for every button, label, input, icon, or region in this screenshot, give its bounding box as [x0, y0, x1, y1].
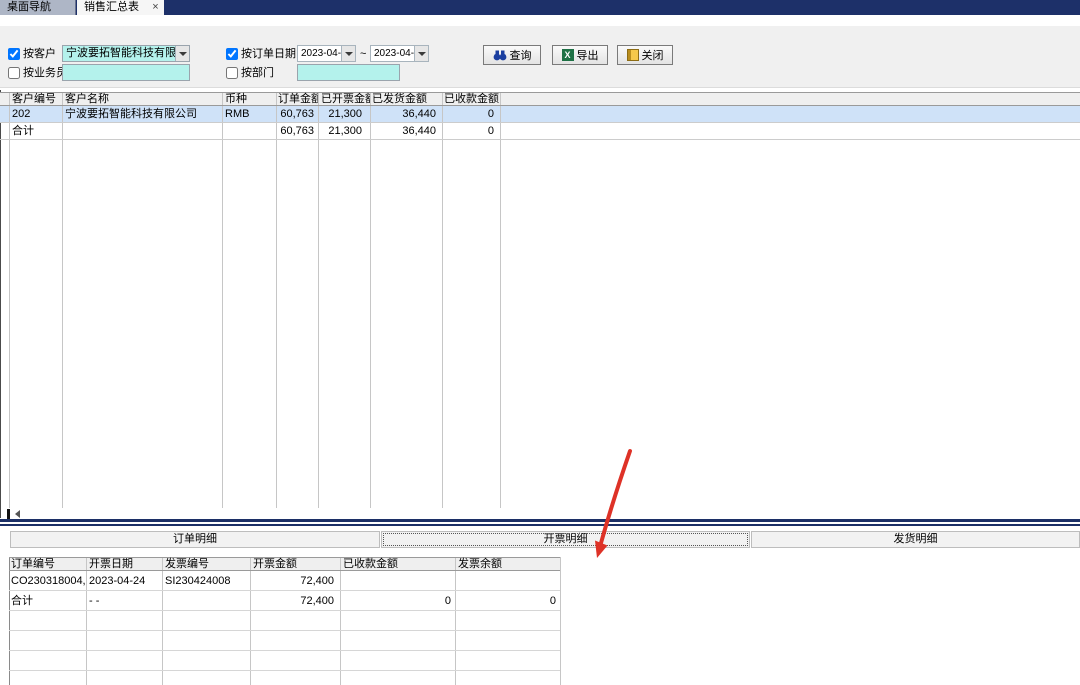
splitter-bar[interactable] — [0, 519, 1080, 522]
by-order-date-checkbox[interactable] — [226, 48, 238, 60]
hscroll-thumb[interactable] — [7, 509, 10, 519]
invoice-cell[interactable]: SI230424008 — [165, 571, 248, 591]
tab-sales-summary[interactable]: 销售汇总表 — [77, 0, 147, 15]
close-button-label: 关闭 — [642, 47, 664, 63]
summary-col-customer-name[interactable]: 客户名称 — [65, 92, 215, 106]
summary-cell[interactable]: 202 — [12, 106, 60, 123]
invoice-cell[interactable]: CO230318004,C( — [11, 571, 85, 591]
summary-cell[interactable]: 0 — [442, 106, 494, 123]
summary-total-cell: 60,763 — [276, 123, 314, 140]
invoice-cell[interactable]: 72,400 — [250, 571, 334, 591]
department-input[interactable] — [297, 64, 400, 81]
window-tab-bar: 桌面导航 销售汇总表 × — [0, 0, 1080, 15]
summary-col-order-amount[interactable]: 订单金额 — [278, 92, 318, 106]
by-salesman-checkbox[interactable] — [8, 67, 20, 79]
invoice-total-cell: 0 — [455, 591, 556, 611]
by-order-date-label: 按订单日期 — [241, 46, 296, 62]
customer-combobox-value: 宁波要拓智能科技有限公司 — [63, 46, 175, 61]
invoice-col-order-no[interactable]: 订单编号 — [11, 557, 83, 571]
chevron-down-icon[interactable] — [414, 46, 428, 61]
invoice-cell[interactable]: 2023-04-24 — [89, 571, 161, 591]
summary-col-received-amount[interactable]: 已收款金额 — [444, 92, 500, 106]
by-customer-label: 按客户 — [23, 46, 56, 62]
date-to-combobox[interactable]: 2023-04-29 — [370, 45, 429, 62]
exit-door-icon — [627, 49, 639, 61]
query-button-label: 查询 — [510, 47, 532, 63]
binoculars-icon — [493, 49, 507, 61]
date-to-value: 2023-04-29 — [371, 46, 414, 61]
invoice-total-cell: - - — [89, 591, 161, 611]
date-range-separator: ~ — [360, 46, 366, 62]
summary-col-currency[interactable]: 币种 — [225, 92, 270, 106]
tab-invoice-details[interactable]: 开票明细 — [381, 531, 750, 548]
summary-col-invoiced-amount[interactable]: 已开票金额 — [321, 92, 370, 106]
by-department-checkbox[interactable] — [226, 67, 238, 79]
date-from-value: 2023-04-01 — [298, 46, 341, 61]
summary-col-customer-no[interactable]: 客户编号 — [12, 92, 60, 106]
tab-order-details[interactable]: 订单明细 — [10, 531, 380, 548]
tab-shipment-details[interactable]: 发货明细 — [751, 531, 1080, 548]
summary-cell[interactable]: 60,763 — [276, 106, 314, 123]
summary-cell[interactable]: 36,440 — [370, 106, 436, 123]
splitter-bar[interactable] — [0, 524, 1080, 526]
tab-close-icon[interactable]: × — [147, 0, 164, 15]
invoice-col-received-amount[interactable]: 已收款金额 — [343, 557, 401, 571]
summary-total-cell: 0 — [442, 123, 494, 140]
query-button[interactable]: 查询 — [483, 45, 541, 65]
chevron-down-icon[interactable] — [175, 46, 189, 61]
close-button[interactable]: 关闭 — [617, 45, 673, 65]
invoice-col-invoice-no[interactable]: 发票编号 — [165, 557, 247, 571]
chevron-down-icon[interactable] — [341, 46, 355, 61]
summary-total-cell: 36,440 — [370, 123, 436, 140]
invoice-total-cell: 0 — [340, 591, 451, 611]
invoice-total-cell: 合计 — [11, 591, 85, 611]
by-customer-checkbox[interactable] — [8, 48, 20, 60]
excel-icon: X — [562, 49, 574, 61]
invoice-total-cell: 72,400 — [250, 591, 334, 611]
tab-desktop-nav[interactable]: 桌面导航 — [0, 0, 76, 15]
date-from-combobox[interactable]: 2023-04-01 — [297, 45, 356, 62]
summary-col-shipped-amount[interactable]: 已发货金额 — [372, 92, 432, 106]
summary-cell[interactable]: 宁波要拓智能科技有限公司 — [65, 106, 220, 123]
export-button-label: 导出 — [577, 47, 599, 63]
scroll-left-icon[interactable] — [15, 510, 20, 518]
invoice-col-invoice-date[interactable]: 开票日期 — [89, 557, 159, 571]
invoice-col-invoice-balance[interactable]: 发票余额 — [458, 557, 516, 571]
summary-total-cell: 合计 — [12, 123, 60, 140]
customer-combobox[interactable]: 宁波要拓智能科技有限公司 — [62, 45, 190, 62]
summary-total-cell: 21,300 — [318, 123, 362, 140]
by-salesman-label: 按业务员 — [23, 65, 67, 81]
by-department-label: 按部门 — [241, 65, 274, 81]
salesman-input[interactable] — [62, 64, 190, 81]
summary-cell[interactable]: RMB — [225, 106, 275, 123]
summary-cell[interactable]: 21,300 — [318, 106, 362, 123]
export-button[interactable]: X 导出 — [552, 45, 608, 65]
panel-left-border — [0, 90, 1, 518]
invoice-col-invoice-amount[interactable]: 开票金额 — [253, 557, 337, 571]
